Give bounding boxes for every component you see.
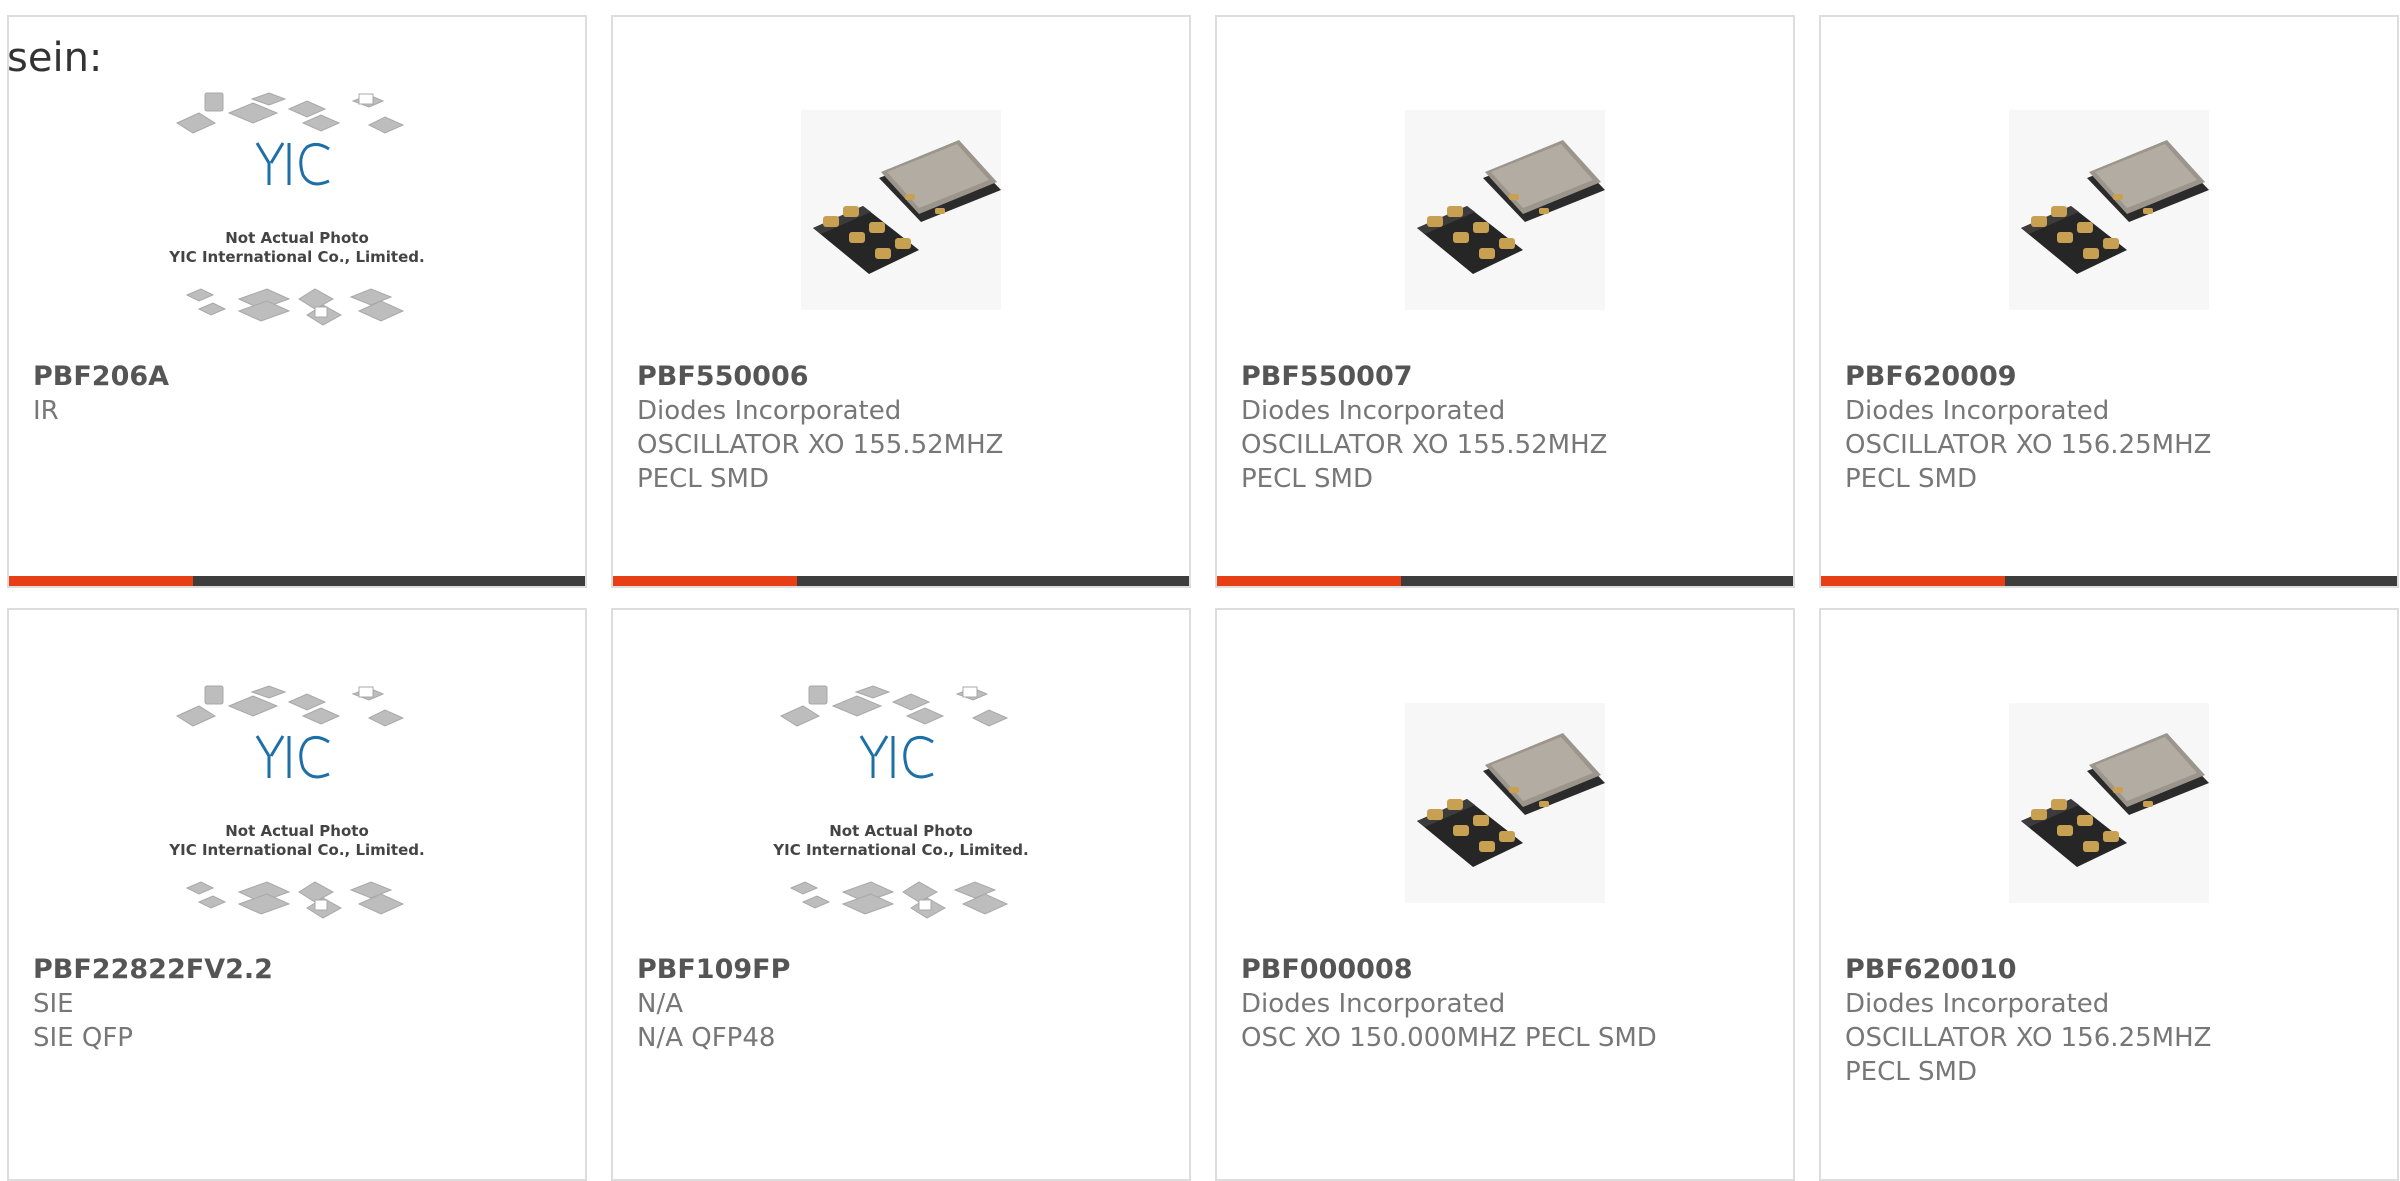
svg-text:YIC International Co., Limited: YIC International Co., Limited. — [168, 248, 424, 266]
crystal-oscillator-image — [2009, 110, 2209, 310]
crystal-oscillator-image — [1405, 703, 1605, 903]
description: N/A QFP48 — [637, 1023, 776, 1053]
manufacturer: Diodes Incorporated — [1241, 989, 1506, 1019]
heading-text: sein: — [7, 35, 103, 81]
part-number-link[interactable]: PBF620010 — [1845, 952, 2385, 987]
product-card[interactable]: PBF620009 Diodes Incorporated OSCILLATOR… — [1819, 15, 2399, 588]
product-image[interactable] — [1365, 678, 1645, 928]
card-bar-fill — [1821, 576, 2006, 586]
description: OSCILLATOR XO 155.52MHZ — [1241, 430, 1608, 460]
product-info: PBF550007 Diodes Incorporated OSCILLATOR… — [1241, 359, 1781, 496]
card-bar — [9, 576, 585, 586]
svg-text:Not Actual Photo: Not Actual Photo — [829, 822, 973, 840]
product-card[interactable]: PBF550006 Diodes Incorporated OSCILLATOR… — [611, 15, 1191, 588]
product-info: PBF000008 Diodes Incorporated OSC XO 150… — [1241, 952, 1781, 1055]
manufacturer: SIE — [33, 989, 74, 1019]
product-info: PBF550006 Diodes Incorporated OSCILLATOR… — [637, 359, 1177, 496]
part-number-link[interactable]: PBF550007 — [1241, 359, 1781, 394]
description-cont: PECL SMD — [1241, 464, 1373, 494]
part-number-link[interactable]: PBF22822FV2.2 — [33, 952, 573, 987]
product-card[interactable]: PBF550007 Diodes Incorporated OSCILLATOR… — [1215, 15, 1795, 588]
manufacturer: Diodes Incorporated — [1845, 396, 2110, 426]
manufacturer: Diodes Incorporated — [1845, 989, 2110, 1019]
svg-text:Not Actual Photo: Not Actual Photo — [225, 822, 369, 840]
product-image[interactable] — [1969, 85, 2249, 335]
card-bar-fill — [9, 576, 194, 586]
description: OSCILLATOR XO 156.25MHZ — [1845, 430, 2212, 460]
product-image[interactable] — [761, 85, 1041, 335]
svg-text:YIC International Co., Limited: YIC International Co., Limited. — [772, 841, 1028, 859]
manufacturer: Diodes Incorporated — [637, 396, 902, 426]
product-info: PBF620009 Diodes Incorporated OSCILLATOR… — [1845, 359, 2385, 496]
description: SIE QFP — [33, 1023, 133, 1053]
product-info: PBF206A IR — [33, 359, 573, 428]
manufacturer: Diodes Incorporated — [1241, 396, 1506, 426]
product-card[interactable]: PBF620010 Diodes Incorporated OSCILLATOR… — [1819, 608, 2399, 1181]
part-number-link[interactable]: PBF000008 — [1241, 952, 1781, 987]
card-bar-fill — [1217, 576, 1402, 586]
card-bar — [1821, 576, 2397, 586]
product-card[interactable]: Not Actual Photo YIC International Co., … — [7, 608, 587, 1181]
product-card[interactable]: PBF000008 Diodes Incorporated OSC XO 150… — [1215, 608, 1795, 1181]
description: OSCILLATOR XO 155.52MHZ — [637, 430, 1004, 460]
crystal-oscillator-image — [801, 110, 1001, 310]
product-grid: Not Actual Photo YIC International Co., … — [7, 15, 2399, 1181]
yic-placeholder-image: Not Actual Photo YIC International Co., … — [168, 685, 425, 919]
description-cont: PECL SMD — [1845, 464, 1977, 494]
product-card[interactable]: Not Actual Photo YIC International Co., … — [611, 608, 1191, 1181]
product-info: PBF620010 Diodes Incorporated OSCILLATOR… — [1845, 952, 2385, 1089]
card-bar — [613, 576, 1189, 586]
description: OSCILLATOR XO 156.25MHZ — [1845, 1023, 2212, 1053]
yic-placeholder-image: Not Actual Photo YIC International Co., … — [168, 92, 425, 326]
description-cont: PECL SMD — [1845, 1057, 1977, 1087]
description-cont: PECL SMD — [637, 464, 769, 494]
product-image[interactable]: Not Actual Photo YIC International Co., … — [761, 678, 1041, 928]
card-bar-fill — [613, 576, 798, 586]
part-number-link[interactable]: PBF550006 — [637, 359, 1177, 394]
part-number-link[interactable]: PBF206A — [33, 359, 573, 394]
product-image[interactable] — [1365, 85, 1645, 335]
description: OSC XO 150.000MHZ PECL SMD — [1241, 1023, 1657, 1053]
manufacturer: N/A — [637, 989, 683, 1019]
product-image[interactable]: Not Actual Photo YIC International Co., … — [157, 85, 437, 335]
product-info: PBF109FP N/A N/A QFP48 — [637, 952, 1177, 1055]
product-card[interactable]: Not Actual Photo YIC International Co., … — [7, 15, 587, 588]
card-bar — [1217, 576, 1793, 586]
product-image[interactable]: Not Actual Photo YIC International Co., … — [157, 678, 437, 928]
manufacturer: IR — [33, 396, 59, 426]
product-image[interactable] — [1969, 678, 2249, 928]
product-info: PBF22822FV2.2 SIE SIE QFP — [33, 952, 573, 1055]
crystal-oscillator-image — [1405, 110, 1605, 310]
yic-placeholder-image: Not Actual Photo YIC International Co., … — [772, 685, 1029, 919]
part-number-link[interactable]: PBF109FP — [637, 952, 1177, 987]
part-number-link[interactable]: PBF620009 — [1845, 359, 2385, 394]
svg-text:Not Actual Photo: Not Actual Photo — [225, 229, 369, 247]
crystal-oscillator-image — [2009, 703, 2209, 903]
svg-text:YIC International Co., Limited: YIC International Co., Limited. — [168, 841, 424, 859]
